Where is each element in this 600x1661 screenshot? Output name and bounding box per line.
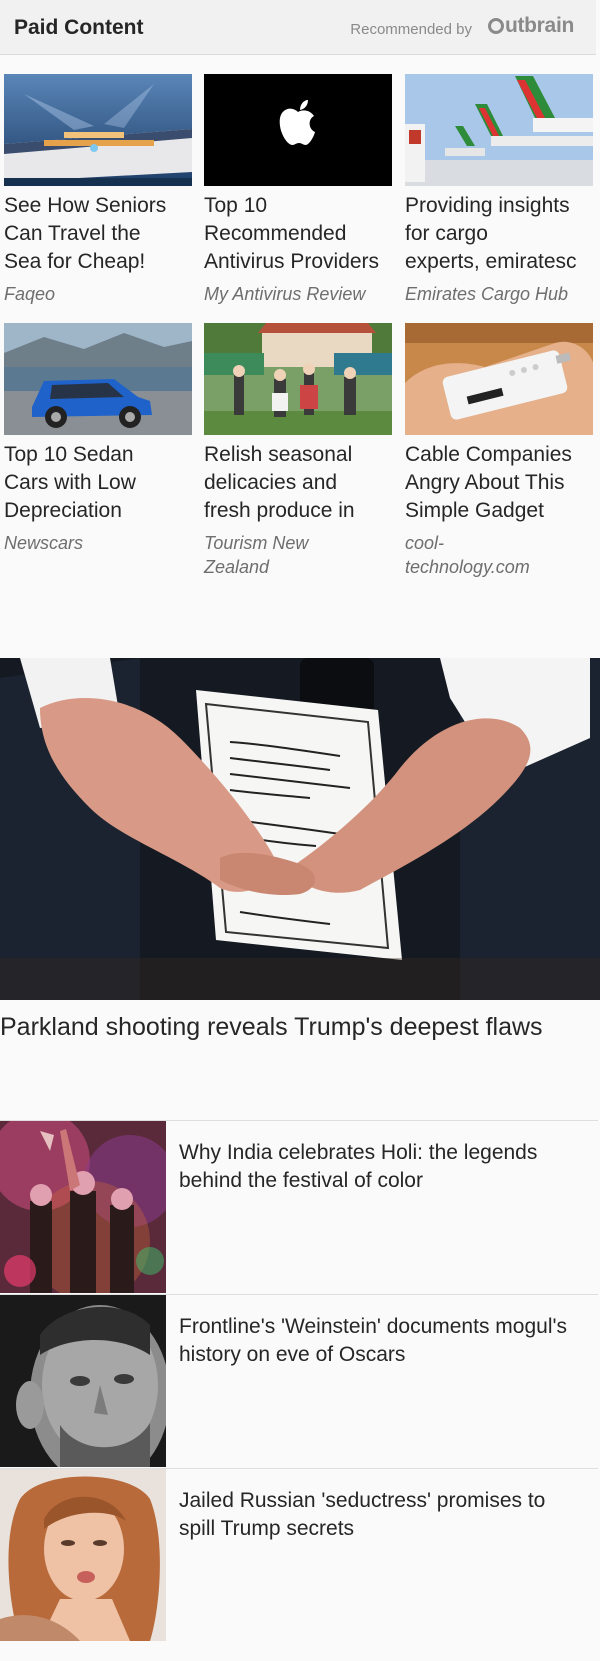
card-headline[interactable]: Cable Companies Angry About This Simple … (405, 441, 593, 525)
woman-portrait-image (0, 1469, 166, 1641)
headline-line: Top 10 (204, 194, 268, 217)
gadget-in-hand-image (405, 323, 593, 435)
hero-story-image[interactable] (0, 658, 600, 1000)
card-source: Emirates Cargo Hub (405, 284, 569, 304)
story-title[interactable]: Frontline's 'Weinstein' documents mogul'… (179, 1313, 579, 1369)
headline-line: fresh produce in (204, 499, 355, 522)
headline-line: See How Seniors (4, 194, 167, 217)
weinstein-portrait-image (0, 1295, 166, 1467)
headline-line: Sea for Cheap! (4, 250, 146, 273)
apple-logo-image (204, 74, 392, 186)
recommended-by-label[interactable]: Recommended by (350, 21, 472, 38)
paid-content-header: Paid Content Recommended by utbrain (0, 0, 596, 55)
card-source: cool-technology.com (405, 533, 530, 577)
story-title[interactable]: Jailed Russian 'seductress' promises to … (179, 1487, 579, 1543)
cargo-planes-image (405, 74, 593, 186)
headline-line: Providing insights (405, 194, 570, 217)
card-headline[interactable]: See How Seniors Can Travel the Sea for C… (4, 192, 192, 276)
headline-line: Antivirus Providers (204, 250, 380, 273)
card-headline[interactable]: Providing insights for cargo experts, em… (405, 192, 593, 276)
holi-festival-image (0, 1121, 166, 1293)
headline-line: experts, emiratesc (405, 250, 577, 273)
card-headline[interactable]: Top 10 Sedan Cars with Low Depreciation (4, 441, 192, 525)
headline-line: Can Travel the (4, 222, 141, 245)
blue-car-image (4, 323, 192, 435)
outbrain-logo-icon (487, 18, 504, 34)
sponsored-card[interactable]: Cable Companies Angry About This Simple … (405, 323, 593, 579)
card-headline[interactable]: Relish seasonal delicacies and fresh pro… (204, 441, 392, 525)
story-list-item[interactable]: Why India celebrates Holi: the legends b… (0, 1120, 598, 1293)
cruise-ship-image (4, 74, 192, 186)
headline-line: Simple Gadget (405, 499, 544, 522)
sponsored-card[interactable]: See How Seniors Can Travel the Sea for C… (4, 74, 192, 306)
sponsored-card[interactable]: Top 10 Recommended Antivirus Providers M… (204, 74, 392, 306)
hero-story-title[interactable]: Parkland shooting reveals Trump's deepes… (0, 1009, 596, 1045)
outbrain-logo-text: utbrain (504, 14, 574, 37)
paid-content-title: Paid Content (14, 16, 144, 39)
sponsored-card[interactable]: Top 10 Sedan Cars with Low Depreciation … (4, 323, 192, 555)
headline-line: Recommended (204, 222, 347, 245)
sponsored-card[interactable]: Providing insights for cargo experts, em… (405, 74, 593, 306)
headline-line: Relish seasonal (204, 443, 353, 466)
headline-line: Cars with Low (4, 471, 136, 494)
story-list-item[interactable]: Frontline's 'Weinstein' documents mogul'… (0, 1294, 598, 1467)
headline-line: Angry About This (405, 471, 565, 494)
outbrain-logo[interactable]: utbrain (487, 14, 574, 38)
headline-line: Cable Companies (405, 443, 572, 466)
card-source: Newscars (4, 533, 84, 553)
headline-line: Top 10 Sedan (4, 443, 134, 466)
headline-line: delicacies and (204, 471, 338, 494)
card-source: Tourism New Zealand (204, 533, 309, 577)
headline-line: Depreciation (4, 499, 122, 522)
sponsored-card[interactable]: Relish seasonal delicacies and fresh pro… (204, 323, 392, 579)
card-headline[interactable]: Top 10 Recommended Antivirus Providers (204, 192, 392, 276)
story-list-item[interactable]: Jailed Russian 'seductress' promises to … (0, 1468, 598, 1641)
story-title[interactable]: Why India celebrates Holi: the legends b… (179, 1139, 579, 1195)
market-crowd-image (204, 323, 392, 435)
card-source: My Antivirus Review (204, 284, 366, 304)
headline-line: for cargo (405, 222, 488, 245)
card-source: Faqeo (4, 284, 56, 304)
